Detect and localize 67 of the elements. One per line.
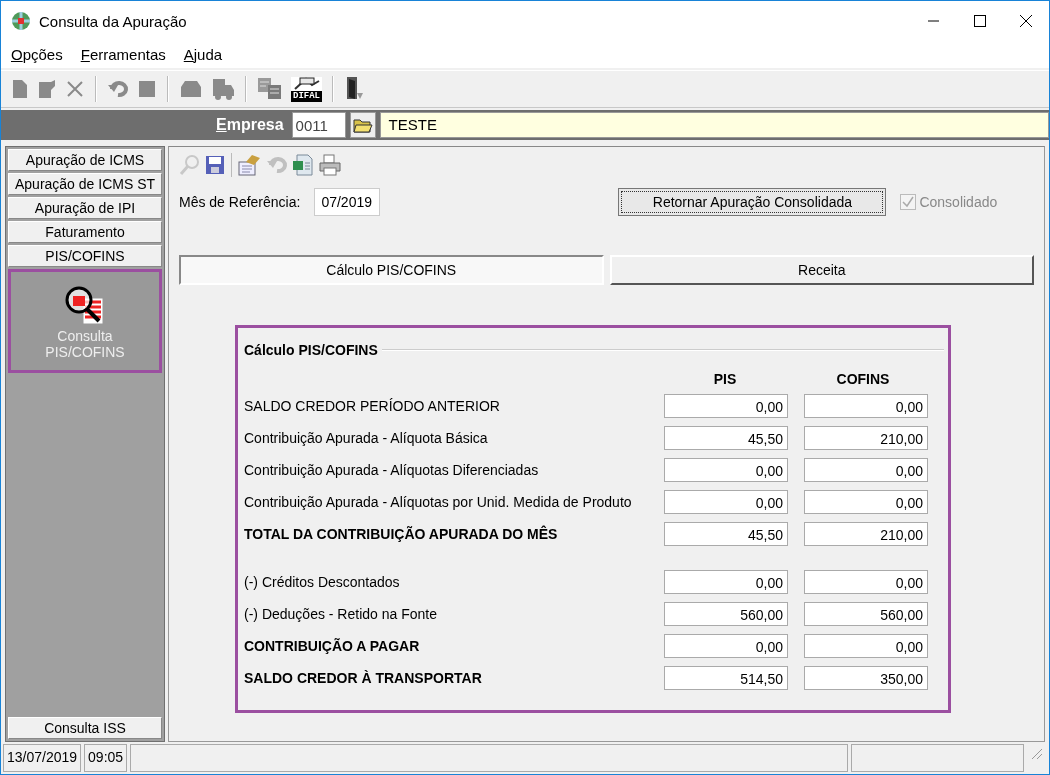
panel-title: Cálculo PIS/COFINS	[244, 342, 378, 358]
square-icon[interactable]	[137, 79, 157, 99]
menu-item[interactable]: Opções	[11, 46, 63, 63]
value-field[interactable]: 210,00	[804, 522, 928, 546]
company-code-field[interactable]: 0011	[291, 112, 346, 138]
copy-icon[interactable]	[257, 77, 283, 101]
row-label: SALDO CREDOR PERÍODO ANTERIOR	[244, 398, 501, 414]
save-icon[interactable]	[205, 155, 225, 175]
difal-icon[interactable]: DIFAL	[291, 76, 322, 102]
status-panel: 13/07/2019	[3, 744, 82, 772]
sidebar-group[interactable]: PIS/COFINS	[8, 245, 162, 267]
value-field[interactable]: 560,00	[664, 602, 788, 626]
sidebar-group[interactable]: Apuração de ICMS ST	[8, 173, 162, 195]
value-field[interactable]: 210,00	[804, 426, 928, 450]
row-label: TOTAL DA CONTRIBUIÇÃO APURADA DO MÊS	[244, 526, 559, 542]
close-icon[interactable]	[1020, 15, 1032, 27]
column-header: COFINS	[835, 371, 891, 387]
spreadsheet-icon[interactable]	[292, 154, 314, 176]
value-field[interactable]: 514,50	[664, 666, 788, 690]
checkbox-label: Consolidado	[919, 194, 998, 210]
return-button[interactable]: Retornar Apuração Consolidada	[618, 188, 887, 216]
company-label: Empresa	[216, 116, 284, 134]
window-title: Consulta da Apuração	[39, 12, 187, 30]
folder-button[interactable]	[349, 112, 376, 138]
value-field[interactable]: 0,00	[664, 634, 788, 658]
value-field[interactable]: 0,00	[804, 570, 928, 594]
tab[interactable]: Cálculo PIS/COFINS	[179, 255, 604, 285]
value-field[interactable]: 0,00	[664, 570, 788, 594]
value-field[interactable]: 0,00	[804, 458, 928, 482]
column-header: PIS	[712, 371, 738, 387]
value-field[interactable]: 45,50	[664, 522, 788, 546]
value-field[interactable]: 560,00	[804, 602, 928, 626]
status-panel: 09:05	[84, 744, 128, 772]
sidebar-group[interactable]: Consulta ISS	[8, 717, 162, 739]
value-field[interactable]: 0,00	[664, 490, 788, 514]
row-label: (-) Créditos Descontados	[244, 574, 401, 590]
value-field[interactable]: 45,50	[664, 426, 788, 450]
truck-icon[interactable]	[211, 78, 235, 100]
value-field[interactable]: 0,00	[804, 394, 928, 418]
menu-item[interactable]: Ferramentas	[80, 46, 166, 63]
field-label: Mês de Referência:	[179, 194, 301, 210]
undo-icon[interactable]	[107, 79, 129, 99]
value-field[interactable]: 350,00	[804, 666, 928, 690]
sidebar-group[interactable]: Faturamento	[8, 221, 162, 243]
row-label: (-) Deduções - Retido na Fonte	[244, 606, 438, 622]
sidebar-group[interactable]: Apuração de ICMS	[8, 149, 162, 171]
tab[interactable]: Receita	[609, 255, 1034, 285]
row-label: SALDO CREDOR À TRANSPORTAR	[244, 670, 483, 686]
app-logo-icon	[11, 11, 31, 31]
edit-icon[interactable]	[37, 79, 57, 99]
value-field[interactable]: 0,00	[804, 490, 928, 514]
menu-item[interactable]: Ajuda	[183, 46, 223, 63]
undo-icon[interactable]	[266, 155, 288, 175]
sidebar-group[interactable]: Apuração de IPI	[8, 197, 162, 219]
edit-icon[interactable]	[238, 154, 262, 176]
value-field[interactable]: 0,00	[804, 634, 928, 658]
value-field[interactable]: 0,00	[664, 458, 788, 482]
value-field[interactable]: 0,00	[664, 394, 788, 418]
maximize-icon[interactable]	[974, 15, 986, 27]
company-name-field[interactable]: TESTE	[379, 112, 1049, 138]
delete-icon[interactable]	[65, 79, 85, 99]
month-field[interactable]: 07/2019	[314, 188, 381, 216]
row-label: Contribuição Apurada - Alíquotas Diferenciadas	[244, 462, 540, 478]
row-label: Contribuição Apurada - Alíquota Básica	[244, 430, 489, 446]
page-icon[interactable]	[11, 79, 29, 99]
row-label: CONTRIBUIÇÃO A PAGAR	[244, 638, 421, 654]
row-label: Contribuição Apurada - Alíquotas por Unid. Medida de Produto	[244, 494, 633, 510]
